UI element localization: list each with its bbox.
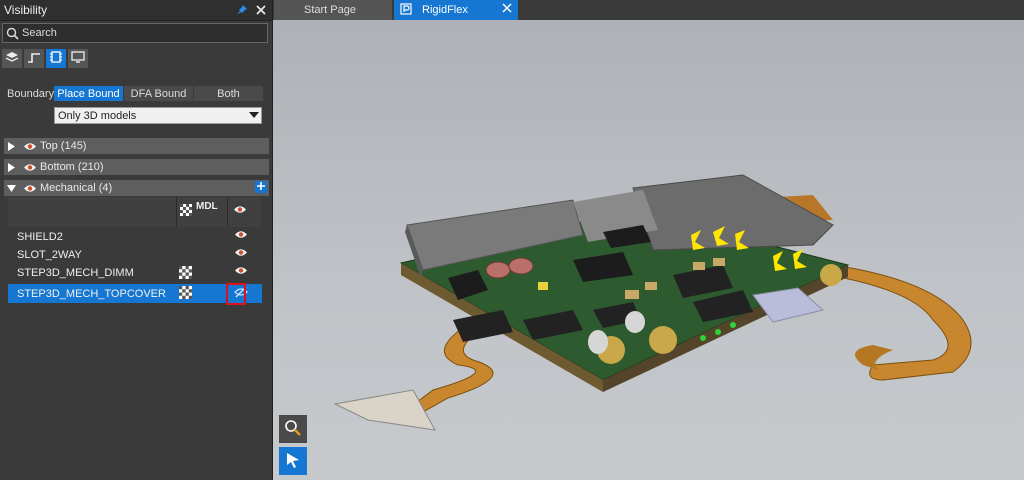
display-button[interactable] — [68, 49, 88, 68]
column-divider — [227, 197, 228, 227]
group-mechanical[interactable]: Mechanical (4) — [4, 180, 269, 196]
eye-icon[interactable] — [233, 205, 247, 217]
cursor-arrow-icon — [284, 451, 302, 472]
components-button[interactable] — [46, 49, 66, 68]
eye-icon[interactable] — [22, 142, 38, 151]
group-label: Bottom (210) — [40, 161, 104, 173]
route-icon — [27, 51, 41, 66]
3d-viewport[interactable] — [273, 20, 1024, 480]
mdl-column-label: MDL — [196, 201, 218, 212]
group-label: Top (145) — [40, 140, 87, 152]
list-item[interactable]: STEP3D_MECH_DIMM — [8, 264, 262, 282]
expand-triangle-icon[interactable] — [4, 162, 18, 172]
pcb-3d-model[interactable] — [273, 20, 1024, 480]
monitor-icon — [71, 51, 85, 66]
search-input[interactable] — [19, 27, 267, 39]
search-box[interactable] — [2, 23, 268, 43]
tab-start-page[interactable]: Start Page — [274, 0, 392, 20]
component-icon — [49, 50, 63, 67]
zoom-icon — [284, 419, 302, 440]
select-button[interactable] — [279, 447, 307, 475]
tab-label: Start Page — [304, 4, 356, 16]
panel-header: Visibility — [0, 0, 272, 21]
pin-icon[interactable] — [234, 2, 250, 18]
item-name: SLOT_2WAY — [17, 249, 82, 261]
tab-rigidflex[interactable]: RigidFlex — [394, 0, 518, 20]
add-button[interactable] — [255, 181, 267, 193]
viewport-toolbar — [279, 415, 307, 479]
document-icon — [400, 2, 412, 18]
tab-label: RigidFlex — [422, 4, 468, 16]
item-name: STEP3D_MECH_DIMM — [17, 267, 134, 279]
eye-icon[interactable] — [234, 230, 248, 242]
eye-icon[interactable] — [234, 248, 248, 260]
visibility-panel: Visibility Boundary Place Bound DFA Boun… — [0, 0, 273, 480]
eye-icon[interactable] — [234, 266, 248, 278]
column-divider — [176, 197, 177, 227]
list-item[interactable]: SHIELD2 — [8, 228, 262, 246]
panel-title: Visibility — [4, 3, 48, 17]
routing-button[interactable] — [24, 49, 44, 68]
expand-triangle-icon[interactable] — [4, 141, 18, 151]
group-label: Mechanical (4) — [40, 182, 113, 194]
boundary-label: Boundary — [7, 87, 55, 100]
eye-icon[interactable] — [22, 163, 38, 172]
layers-icon — [5, 51, 19, 66]
search-icon — [6, 27, 19, 40]
plus-icon — [257, 181, 265, 193]
eye-icon[interactable] — [22, 184, 38, 193]
close-icon[interactable] — [502, 3, 512, 16]
close-icon[interactable] — [253, 2, 269, 18]
collapse-triangle-icon[interactable] — [4, 184, 18, 192]
column-header: MDL — [8, 197, 261, 227]
layers-button[interactable] — [2, 49, 22, 68]
category-toolbar — [2, 49, 88, 68]
group-bottom[interactable]: Bottom (210) — [4, 159, 269, 175]
checker-icon[interactable] — [179, 286, 192, 302]
chevron-down-icon — [247, 112, 261, 119]
checker-icon — [180, 204, 192, 219]
checker-icon[interactable] — [179, 266, 192, 282]
model-filter-value: Only 3D models — [58, 109, 137, 122]
model-filter-select[interactable]: Only 3D models — [54, 107, 262, 124]
item-name: SHIELD2 — [17, 231, 63, 243]
item-name: STEP3D_MECH_TOPCOVER — [17, 287, 166, 300]
highlight-box — [226, 283, 246, 305]
place-bound-option[interactable]: Place Bound — [54, 86, 123, 101]
tab-bar: Start Page RigidFlex — [273, 0, 1024, 20]
list-item-selected[interactable]: STEP3D_MECH_TOPCOVER — [8, 284, 262, 303]
dfa-bound-option[interactable]: DFA Bound — [124, 86, 193, 101]
zoom-button[interactable] — [279, 415, 307, 443]
list-item[interactable]: SLOT_2WAY — [8, 246, 262, 264]
boundary-row: Boundary Place Bound DFA Bound Both — [7, 86, 263, 101]
both-option[interactable]: Both — [194, 86, 263, 101]
group-top[interactable]: Top (145) — [4, 138, 269, 154]
